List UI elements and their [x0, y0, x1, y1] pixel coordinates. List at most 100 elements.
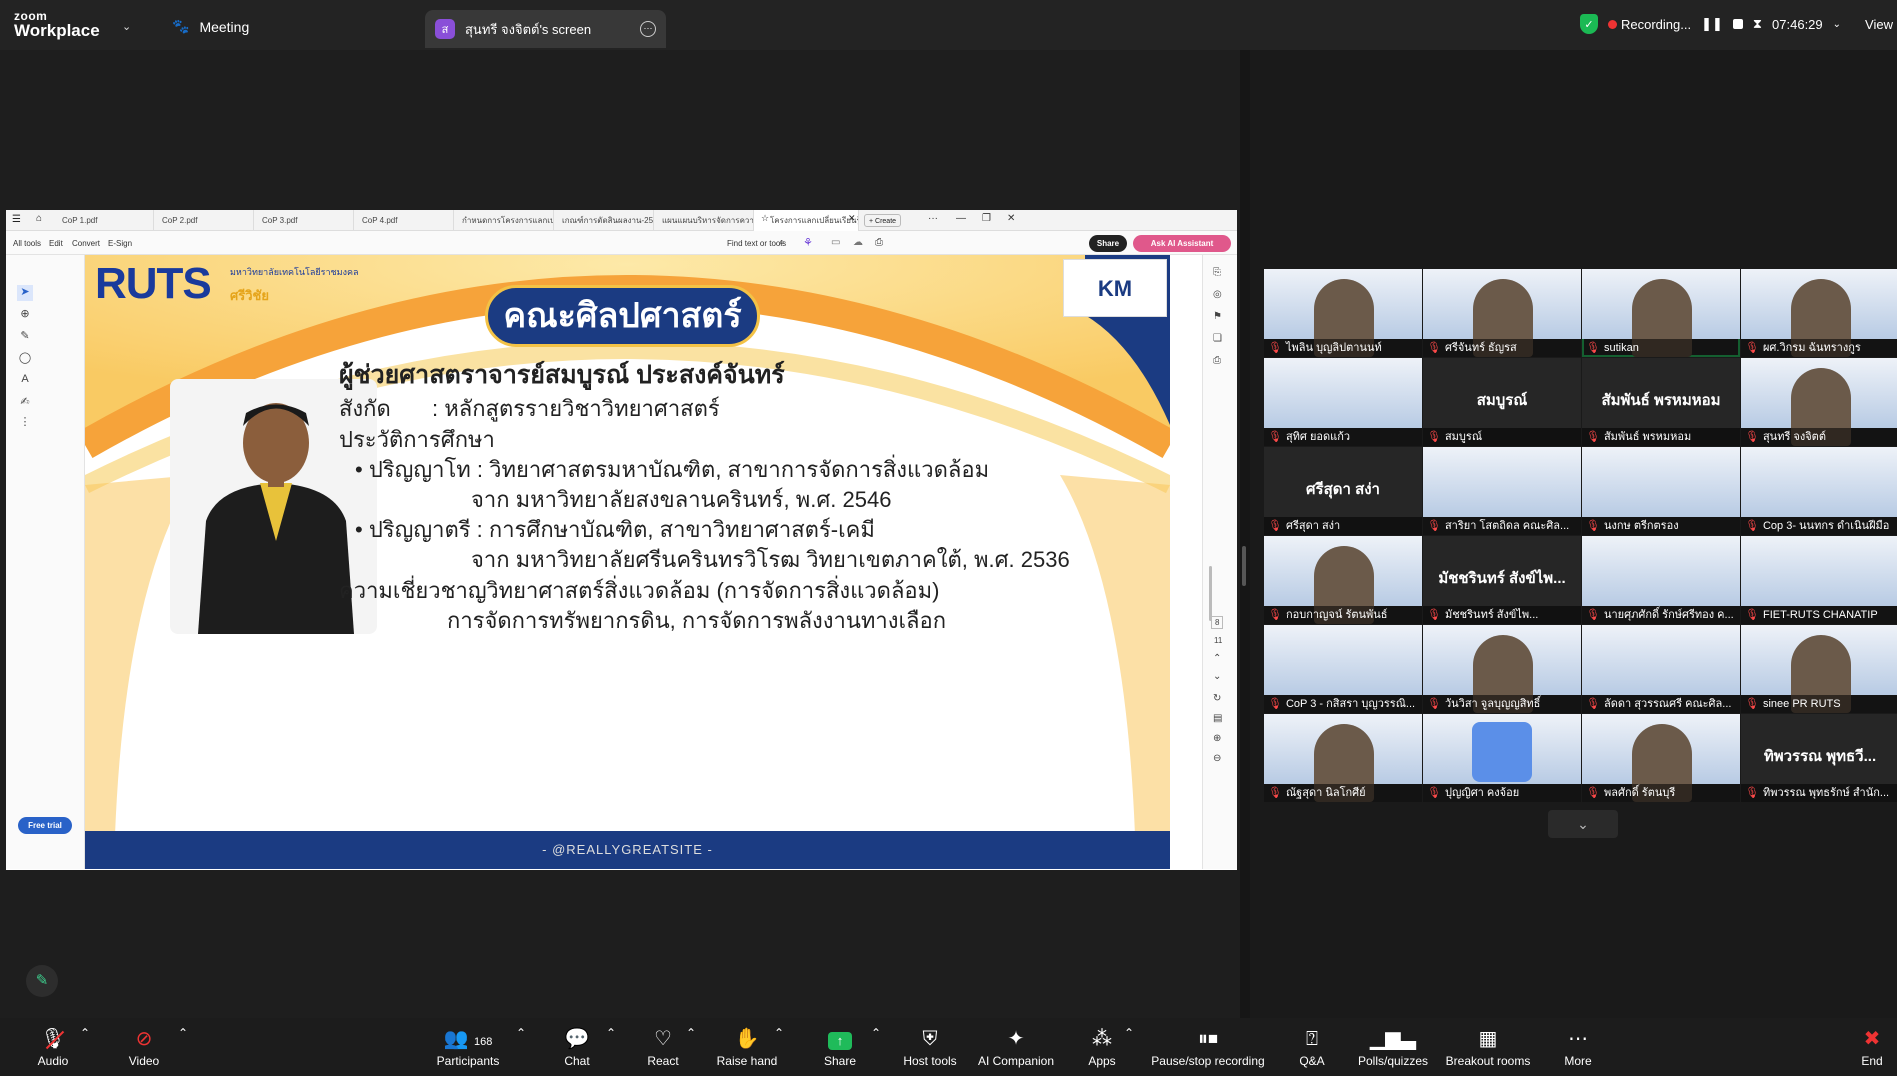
share-screen-button[interactable]: ↑ Share [820, 1026, 860, 1068]
more-button[interactable]: ⋯ More [1558, 1026, 1598, 1068]
participant-tile[interactable]: 🎙 ลัดดา สุวรรณศรี คณะศิล... [1582, 625, 1740, 713]
participant-tile[interactable]: 🎙 กอบกาญจน์ รัตนพันธ์ [1264, 536, 1422, 624]
pdf-tab[interactable]: CoP 2.pdf [154, 210, 254, 231]
pdf-tab-active[interactable]: โครงการแลกเปลี่ยนเรียนรู้แนว... [754, 210, 859, 231]
zoom-tool-icon[interactable]: ⊕ [17, 307, 33, 323]
participant-tile[interactable]: 🎙 sinee PR RUTS [1741, 625, 1897, 713]
participant-tile[interactable]: 🎙 CoP 3 - กสิสรา บุญวรรณิ... [1264, 625, 1422, 713]
video-options-icon[interactable]: ⌃ [178, 1026, 188, 1040]
more-options-icon[interactable]: ··· [640, 21, 656, 37]
participant-tile[interactable]: 🎙 ปุญญิศา คงจ้อย [1423, 714, 1581, 802]
participant-tile[interactable]: 🎙 ไพลิน บุญลิปตานนท์ [1264, 269, 1422, 357]
pdf-tab[interactable]: แผนแผนบริหารจัดการความรู้-KM-2... [654, 210, 754, 231]
resize-handle[interactable] [1242, 546, 1246, 586]
ai-tools-icon[interactable]: ⚘ [803, 236, 813, 249]
view-button[interactable]: View [1865, 17, 1893, 32]
refresh-icon[interactable]: ↻ [1213, 693, 1221, 704]
home-icon[interactable]: ⌂ [36, 213, 42, 224]
free-trial-button[interactable]: Free trial [18, 817, 72, 834]
participant-tile[interactable]: 🎙 ณัฐสุดา นิลโกศีย์ [1264, 714, 1422, 802]
ai-assistant-button[interactable]: Ask AI Assistant [1133, 235, 1231, 252]
select-cursor-icon[interactable]: ➤ [17, 285, 33, 301]
close-window-icon[interactable]: ✕ [1007, 213, 1015, 224]
react-options-icon[interactable]: ⌃ [686, 1026, 696, 1040]
pause-icon[interactable]: ❚❚ [1701, 16, 1723, 32]
participant-tile[interactable]: 🎙 พลศักดิ์ รัตนบุรี [1582, 714, 1740, 802]
participant-tile[interactable]: มัชชรินทร์ สังข์ไพ... 🎙 มัชชรินทร์ สังข์ไพ… [1423, 536, 1581, 624]
participant-tile[interactable]: 🎙 สุนทรี จงจิตต์ [1741, 358, 1897, 446]
sign-icon[interactable]: ✍ [17, 395, 33, 411]
next-page-button[interactable]: ⌄ [1548, 810, 1618, 838]
ai-companion-button[interactable]: ✦ AI Companion [974, 1026, 1058, 1068]
shared-screen-tab[interactable]: ส สุนทรี จงจิตต์'s screen ··· [425, 10, 666, 48]
convert-menu[interactable]: Convert [72, 239, 100, 248]
search-icon[interactable]: ⌕ [779, 237, 785, 248]
menu-icon[interactable]: ☰ [12, 214, 21, 225]
lasso-icon[interactable]: ◯ [17, 351, 33, 367]
zoom-in-icon[interactable]: ⊕ [1213, 733, 1221, 744]
chevron-up-icon[interactable]: ⌃ [1213, 653, 1221, 664]
chevron-down-icon[interactable]: ⌄ [122, 20, 131, 33]
panel-divider[interactable] [1240, 50, 1250, 1018]
chat-options-icon[interactable]: ⌃ [606, 1026, 616, 1040]
share-options-icon[interactable]: ⌃ [871, 1026, 881, 1040]
create-button[interactable]: + Create [864, 214, 902, 227]
audio-options-icon[interactable]: ⌃ [80, 1026, 90, 1040]
participant-tile[interactable]: 🎙 Cop 3- นนทกร ดำเนินฝีมือ [1741, 447, 1897, 535]
recording-indicator[interactable]: Recording... [1608, 17, 1691, 32]
chevron-down-icon[interactable]: ⌄ [1833, 19, 1841, 30]
more-icon[interactable]: ··· [928, 213, 938, 224]
polls-button[interactable]: ▁▆▃ Polls/quizzes [1357, 1026, 1429, 1068]
apps-button[interactable]: ⁂ Apps [1082, 1026, 1122, 1068]
save-icon[interactable]: ▭ [831, 237, 840, 248]
participant-tile[interactable]: ศรีสุดา สง่า 🎙 ศรีสุดา สง่า [1264, 447, 1422, 535]
zoom-out-icon[interactable]: ⊖ [1213, 753, 1221, 764]
comment-icon[interactable]: ⎘ [1213, 267, 1221, 278]
page-tools-icon[interactable]: ▤ [1213, 713, 1222, 724]
pdf-tab[interactable]: CoP 4.pdf [354, 210, 454, 231]
pdf-tab[interactable]: CoP 3.pdf [254, 210, 354, 231]
meeting-tab[interactable]: 🐾 Meeting [172, 18, 249, 35]
scrollbar[interactable] [1209, 566, 1212, 621]
share-pdf-button[interactable]: Share [1089, 235, 1127, 252]
chevron-down-icon[interactable]: ⌄ [1213, 671, 1221, 682]
participant-tile[interactable]: 🎙 ศรีจันทร์ ธัญรส [1423, 269, 1581, 357]
find-input[interactable]: Find text or tools [727, 239, 786, 248]
audio-button[interactable]: 🎙 Audio [33, 1026, 73, 1068]
chat-bubble-icon[interactable]: ◎ [1213, 289, 1222, 300]
participant-tile[interactable]: สมบูรณ์ 🎙 สมบูรณ์ [1423, 358, 1581, 446]
participant-tile[interactable]: 🎙 นงกษ ตรีกตรอง [1582, 447, 1740, 535]
pdf-tab[interactable]: กำหนดการโครงการแลกเปลี่ยนเรียน... [454, 210, 554, 231]
pause-stop-recording-button[interactable]: ⏸⏹ Pause/stop recording [1145, 1026, 1271, 1068]
pdf-tab[interactable]: เกณฑ์การตัดสินผลงาน-2569-257... [554, 210, 654, 231]
print-icon[interactable]: ⎙ [875, 237, 883, 248]
participants-options-icon[interactable]: ⌃ [516, 1026, 526, 1040]
participant-tile[interactable]: สัมพันธ์ พรหมหอม 🎙 สัมพันธ์ พรหมหอม [1582, 358, 1740, 446]
pen-icon[interactable]: ✎ [17, 329, 33, 345]
text-tool-icon[interactable]: A [17, 373, 33, 389]
esign-menu[interactable]: E-Sign [108, 239, 132, 248]
participant-tile[interactable]: 🎙 นายศุภศักดิ์ รักษ์ศรีทอง ค... [1582, 536, 1740, 624]
participant-tile[interactable]: 🎙 สุทิศ ยอดแก้ว [1264, 358, 1422, 446]
maximize-icon[interactable]: ❐ [982, 213, 991, 224]
qa-button[interactable]: ⍰ Q&A [1292, 1026, 1332, 1068]
video-button[interactable]: ⊘ Video [124, 1026, 164, 1068]
participant-tile[interactable]: ทิพวรรณ พุทธวี... 🎙 ทิพวรรณ พุทธรักษ์ สำนั… [1741, 714, 1897, 802]
chat-button[interactable]: 💬 Chat [557, 1026, 597, 1068]
edit-menu[interactable]: Edit [49, 239, 63, 248]
more-tools-icon[interactable]: ⋮ [17, 415, 33, 431]
end-meeting-button[interactable]: ✖ End [1852, 1026, 1892, 1068]
react-button[interactable]: ♡ React [643, 1026, 683, 1068]
host-tools-button[interactable]: ⛨ Host tools [898, 1026, 962, 1068]
pages-icon[interactable]: ❏ [1213, 333, 1222, 344]
participants-button[interactable]: 👥 168 Participants [433, 1026, 503, 1068]
stop-icon[interactable] [1732, 19, 1743, 29]
pdf-tab[interactable]: CoP 1.pdf [54, 210, 154, 231]
page-number[interactable]: 8 [1211, 616, 1224, 629]
participant-tile[interactable]: 🎙 sutikan [1582, 269, 1740, 357]
raise-hand-button[interactable]: ✋ Raise hand [712, 1026, 782, 1068]
apps-options-icon[interactable]: ⌃ [1124, 1026, 1134, 1040]
participant-tile[interactable]: 🎙 ผศ.วิกรม ฉันทรางกูร [1741, 269, 1897, 357]
attach-icon[interactable]: ⎙ [1213, 355, 1221, 366]
raise-hand-options-icon[interactable]: ⌃ [774, 1026, 784, 1040]
